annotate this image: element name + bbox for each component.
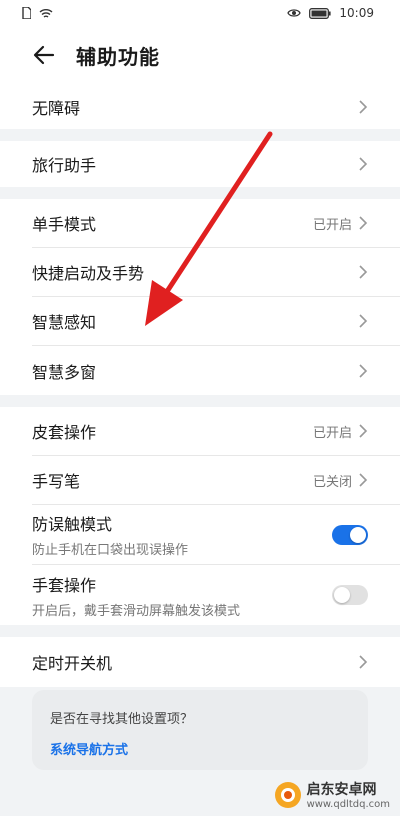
group-gap [0, 187, 400, 199]
setting-label: 皮套操作 [32, 423, 97, 442]
back-arrow-icon[interactable] [32, 43, 56, 67]
row-trailing [358, 264, 368, 280]
row-trailing [358, 363, 368, 379]
app-bar: 辅助功能 [0, 26, 400, 84]
watermark-logo-icon [274, 781, 301, 808]
setting-label: 定时开关机 [32, 654, 113, 673]
setting-row-accessibility[interactable]: 无障碍 [32, 84, 400, 129]
wifi-icon [39, 8, 53, 18]
setting-label: 手套操作 [32, 575, 97, 595]
setting-label: 智慧多窗 [32, 362, 97, 382]
setting-row-smart-multi-window[interactable]: 智慧多窗 [32, 346, 400, 395]
status-text: 已关闭 [312, 474, 352, 490]
setting-row-one-handed-mode[interactable]: 单手模式 已开启 [32, 199, 400, 248]
chevron-right-icon [359, 424, 368, 438]
chevron-right-icon [359, 265, 368, 279]
setting-label: 智慧感知 [32, 313, 97, 332]
setting-description: 开启后，戴手套滑动屏幕触发该模式 [32, 603, 241, 619]
system-navigation-link[interactable]: 系统导航方式 [50, 739, 350, 758]
status-bar: 10:09 [0, 0, 400, 26]
chevron-right-icon [359, 216, 368, 230]
row-trailing: 已关闭 [313, 471, 368, 490]
setting-row-accidental-touch-protection: 防误触模式 防止手机在口袋出现误操作 [32, 505, 400, 565]
suggestion-card: 是否在寻找其他设置项？ 系统导航方式 [32, 690, 368, 770]
row-trailing [358, 654, 368, 670]
setting-label: 无障碍 [32, 98, 81, 118]
watermark: 启东安卓网 www.qdltdq.com [273, 779, 390, 810]
setting-row-glove-mode: 手套操作 开启后，戴手套滑动屏幕触发该模式 [32, 565, 400, 625]
settings-group-schedule: 定时开关机 [0, 637, 400, 687]
chevron-right-icon [359, 655, 368, 669]
row-trailing [358, 313, 368, 329]
watermark-url: www.qdltdq.com [306, 799, 390, 810]
setting-row-quick-launch-gestures[interactable]: 快捷启动及手势 [32, 248, 400, 297]
row-trailing [358, 156, 368, 172]
setting-label: 旅行助手 [32, 156, 97, 175]
status-text: 已开启 [312, 217, 352, 233]
sim-card-icon [22, 7, 31, 19]
watermark-name: 启东安卓网 [306, 782, 377, 798]
settings-group-accessibility: 无障碍 [0, 84, 400, 129]
toggle-knob [350, 526, 366, 543]
row-trailing [358, 99, 368, 115]
glove-mode-toggle[interactable] [332, 585, 368, 605]
status-left [22, 7, 53, 19]
settings-group-covers-and-input: 皮套操作 已开启 手写笔 已关闭 防误触模式 防止手机在口袋出现误操作 手套操作… [0, 407, 400, 625]
settings-group-travel: 旅行助手 [0, 141, 400, 187]
suggestion-question: 是否在寻找其他设置项？ [50, 712, 194, 727]
row-trailing: 已开启 [313, 214, 368, 233]
settings-group-gestures: 单手模式 已开启 快捷启动及手势 智慧感知 智慧多窗 [0, 199, 400, 395]
watermark-text: 启东安卓网 www.qdltdq.com [307, 779, 390, 810]
setting-label: 快捷启动及手势 [32, 264, 145, 283]
accidental-touch-toggle[interactable] [332, 524, 368, 545]
status-right: 10:09 [287, 6, 374, 20]
group-gap [0, 129, 400, 141]
status-text: 已开启 [312, 425, 352, 441]
row-trailing: 已开启 [313, 422, 368, 441]
chevron-right-icon [359, 363, 368, 378]
group-gap [0, 395, 400, 407]
clock: 10:09 [339, 6, 374, 20]
toggle-knob [334, 587, 350, 603]
setting-row-stylus[interactable]: 手写笔 已关闭 [32, 456, 400, 505]
setting-row-smart-perception[interactable]: 智慧感知 [32, 297, 400, 346]
setting-row-flip-cover[interactable]: 皮套操作 已开启 [32, 407, 400, 456]
setting-label: 防误触模式 [32, 515, 113, 534]
page-title: 辅助功能 [76, 44, 160, 69]
eye-comfort-icon [287, 9, 302, 17]
chevron-right-icon [359, 473, 368, 487]
setting-description: 防止手机在口袋出现误操作 [32, 543, 189, 558]
battery-icon [309, 7, 332, 19]
setting-row-scheduled-power[interactable]: 定时开关机 [32, 637, 400, 687]
setting-label: 单手模式 [32, 215, 97, 234]
group-gap [0, 625, 400, 637]
setting-label: 手写笔 [32, 472, 81, 491]
chevron-right-icon [359, 314, 368, 328]
row-text: 手套操作 开启后，戴手套滑动屏幕触发该模式 [32, 572, 240, 619]
chevron-right-icon [359, 157, 368, 171]
row-text: 防误触模式 防止手机在口袋出现误操作 [32, 511, 188, 558]
setting-row-travel-assistant[interactable]: 旅行助手 [32, 141, 400, 187]
chevron-right-icon [359, 99, 368, 114]
